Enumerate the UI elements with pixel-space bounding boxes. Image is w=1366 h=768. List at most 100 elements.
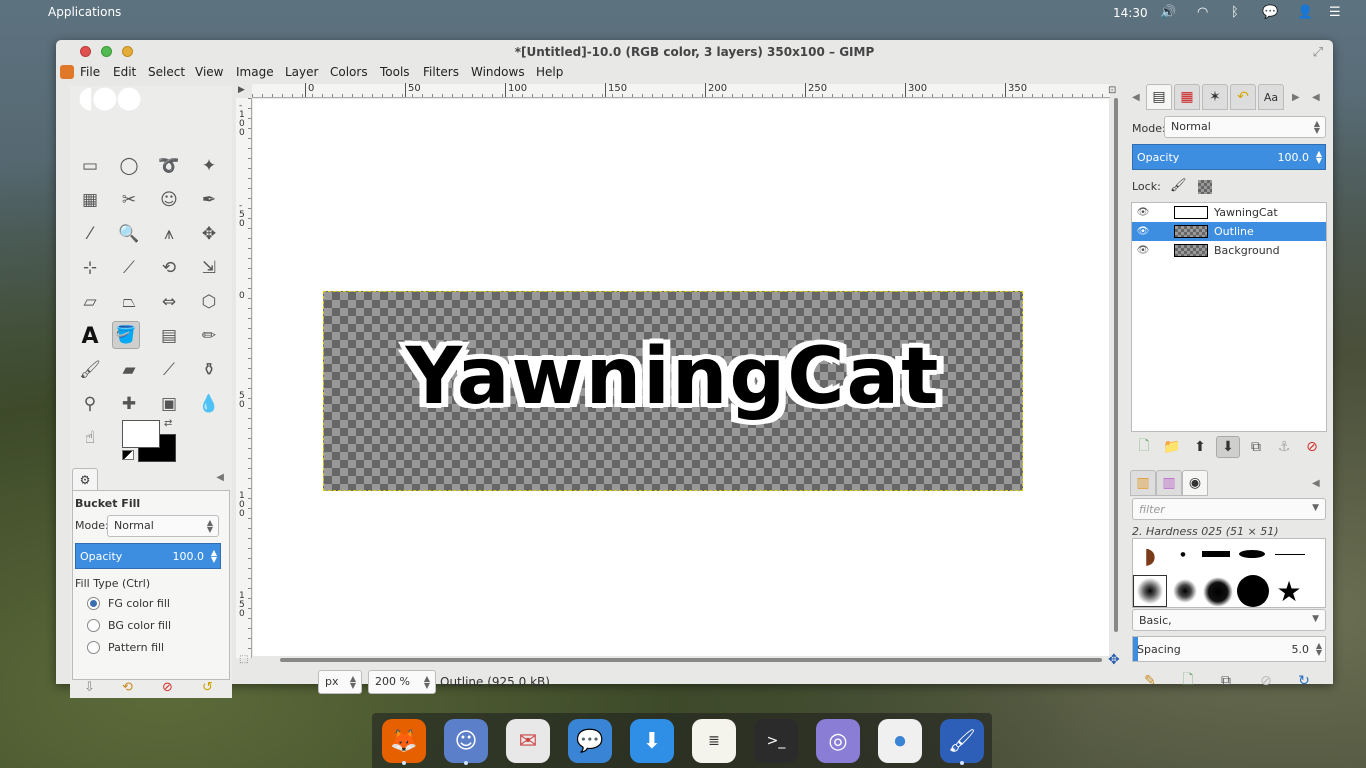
tab-layers[interactable]: ▤ <box>1146 84 1172 110</box>
terminal-icon[interactable]: >_ <box>754 719 798 763</box>
brush-gimp-icon[interactable]: ◗ <box>1135 541 1165 571</box>
brush-hardness-100-icon[interactable] <box>1237 575 1269 607</box>
layer-row[interactable]: 👁 Background <box>1132 241 1326 260</box>
duplicate-layer-icon[interactable]: ⧉ <box>1244 436 1268 458</box>
tab-scroll-right-icon[interactable]: ▶ <box>1292 92 1300 103</box>
opacity-slider[interactable]: Opacity 100.0 ▲ ▼ <box>75 543 221 569</box>
new-brush-icon[interactable]: 🗋 <box>1176 670 1200 692</box>
pencil-icon[interactable]: ✏ <box>195 322 223 350</box>
anchor-layer-icon[interactable]: ⚓ <box>1272 436 1296 458</box>
lock-pixels-icon[interactable]: 🖌 <box>1170 178 1187 193</box>
menu-image[interactable]: Image <box>234 64 276 80</box>
vertical-ruler[interactable]: -100 -50 0 50 100 150 <box>236 98 252 658</box>
tab-channels[interactable]: ▦ <box>1174 84 1200 110</box>
reset-options-icon[interactable]: ↺ <box>202 680 213 695</box>
mode-select[interactable]: Normal ▲ ▼ <box>107 515 219 537</box>
tab-gradients[interactable]: ▥ <box>1156 470 1182 496</box>
tab-menu-icon[interactable]: ◀ <box>216 472 224 483</box>
delete-brush-icon[interactable]: ⊘ <box>1254 670 1278 692</box>
messages-icon[interactable]: 💬 <box>568 719 612 763</box>
layers-opacity-slider[interactable]: Opacity 100.0 ▲ ▼ <box>1132 144 1326 170</box>
tab-fonts[interactable]: Aa <box>1258 84 1284 110</box>
layers-mode-select[interactable]: Normal ▲ ▼ <box>1164 116 1326 138</box>
lasso-icon[interactable]: ➰ <box>155 152 183 180</box>
paintbrush-icon[interactable]: 🖌 <box>76 356 104 384</box>
gimp-dock-icon[interactable]: 🖌 <box>940 719 984 765</box>
scale-icon[interactable]: ⇲ <box>195 254 223 282</box>
smudge-icon[interactable]: ☝ <box>76 424 104 452</box>
tab-patterns[interactable]: ▥ <box>1130 470 1156 496</box>
brush-line-icon[interactable] <box>1273 549 1307 559</box>
zoom-icon[interactable]: 🔍 <box>115 220 143 248</box>
align-icon[interactable]: ⊹ <box>76 254 104 282</box>
downloads-icon[interactable]: ⬇ <box>630 719 674 763</box>
radio-pattern-fill[interactable] <box>87 641 100 654</box>
airbrush-icon[interactable]: ⟋ <box>155 356 183 384</box>
menu-tools[interactable]: Tools <box>378 64 412 80</box>
new-layer-group-icon[interactable]: 📁 <box>1160 436 1184 458</box>
menu-layer[interactable]: Layer <box>283 64 320 80</box>
radio-fg-fill[interactable] <box>87 597 100 610</box>
cage-transform-icon[interactable]: ⬡ <box>195 288 223 316</box>
fuzzy-select-icon[interactable]: ✦ <box>195 152 223 180</box>
new-layer-icon[interactable]: 🗋 <box>1132 436 1156 458</box>
edit-brush-icon[interactable]: ✎ <box>1138 670 1162 692</box>
volume-icon[interactable]: 🔊 <box>1160 5 1176 20</box>
layer-row[interactable]: 👁 YawningCat <box>1132 203 1326 222</box>
dock-menu-icon[interactable]: ◀ <box>1312 478 1320 489</box>
brush-block-icon[interactable] <box>1201 549 1231 559</box>
menu-file[interactable]: File <box>78 64 102 80</box>
heal-icon[interactable]: ✚ <box>115 390 143 418</box>
foreground-select-icon[interactable]: ☺ <box>155 186 183 214</box>
lower-layer-icon[interactable]: ⬇ <box>1216 436 1240 458</box>
restore-icon[interactable]: ⤢ <box>1313 45 1323 60</box>
dock-menu-icon[interactable]: ◀ <box>1312 92 1320 103</box>
text-icon[interactable]: A <box>76 322 104 350</box>
measure-icon[interactable]: ⩚ <box>155 220 183 248</box>
titlebar[interactable]: *[Untitled]-10.0 (RGB color, 3 layers) 3… <box>56 40 1333 64</box>
brush-pixel-icon[interactable]: ● <box>1173 549 1193 559</box>
brush-ellipse-icon[interactable] <box>1237 549 1267 559</box>
refresh-brushes-icon[interactable]: ↻ <box>1292 670 1316 692</box>
horizontal-ruler[interactable]: 0 50 100 150 200 250 300 350 <box>252 83 1110 98</box>
foreground-color-swatch[interactable] <box>122 420 160 448</box>
scratch-notes-icon[interactable]: ≣ <box>692 719 736 763</box>
raise-layer-icon[interactable]: ⬆ <box>1188 436 1212 458</box>
scissors-icon[interactable]: ✂ <box>115 186 143 214</box>
blend-icon[interactable]: ▤ <box>155 322 183 350</box>
color-picker-icon[interactable]: ⁄ <box>76 220 104 248</box>
lock-alpha-icon[interactable] <box>1198 180 1212 194</box>
swap-colors-icon[interactable]: ⇄ <box>164 418 172 429</box>
layer-row[interactable]: 👁 Outline <box>1132 222 1326 241</box>
save-options-icon[interactable]: ⇩ <box>84 680 95 695</box>
tab-undo-history[interactable]: ↶ <box>1230 84 1256 110</box>
restore-options-icon[interactable]: ⟲ <box>122 680 133 695</box>
fill-fg-option[interactable]: FG color fill <box>87 597 170 610</box>
rect-select-icon[interactable]: ▭ <box>76 152 104 180</box>
eye-icon[interactable]: 👁 <box>1132 226 1154 237</box>
brush-hardness-025-icon[interactable] <box>1133 575 1167 607</box>
zoom-to-fit-icon[interactable]: ⊡ <box>1108 85 1116 96</box>
network-icon[interactable]: ◎ <box>816 719 860 763</box>
menu-windows[interactable]: Windows <box>469 64 527 80</box>
paths-icon[interactable]: ✒ <box>195 186 223 214</box>
perspective-icon[interactable]: ⏢ <box>115 288 143 316</box>
perspective-clone-icon[interactable]: ▣ <box>155 390 183 418</box>
brush-hardness-075-icon[interactable] <box>1203 577 1233 607</box>
menu-filters[interactable]: Filters <box>421 64 461 80</box>
applications-menu[interactable]: Applications <box>48 5 121 19</box>
brush-preset-select[interactable]: Basic, ▼ <box>1132 609 1326 631</box>
delete-options-icon[interactable]: ⊘ <box>162 680 173 695</box>
fill-pattern-option[interactable]: Pattern fill <box>87 641 164 654</box>
layer-boundary[interactable]: YawningCat <box>323 291 1023 491</box>
tool-options-tab[interactable]: ⚙ <box>72 468 98 490</box>
wifi-icon[interactable]: ◠ <box>1197 5 1208 20</box>
brush-filter-input[interactable]: filter ▼ <box>1132 498 1326 520</box>
firefox-icon[interactable]: 🦊 <box>382 719 426 765</box>
menu-colors[interactable]: Colors <box>328 64 370 80</box>
bluetooth-icon[interactable]: ᛒ <box>1231 5 1239 20</box>
clock[interactable]: 14:30 <box>1113 6 1148 20</box>
navigate-icon[interactable]: ✥ <box>1108 652 1120 668</box>
menu-edit[interactable]: Edit <box>111 64 138 80</box>
delete-layer-icon[interactable]: ⊘ <box>1300 436 1324 458</box>
